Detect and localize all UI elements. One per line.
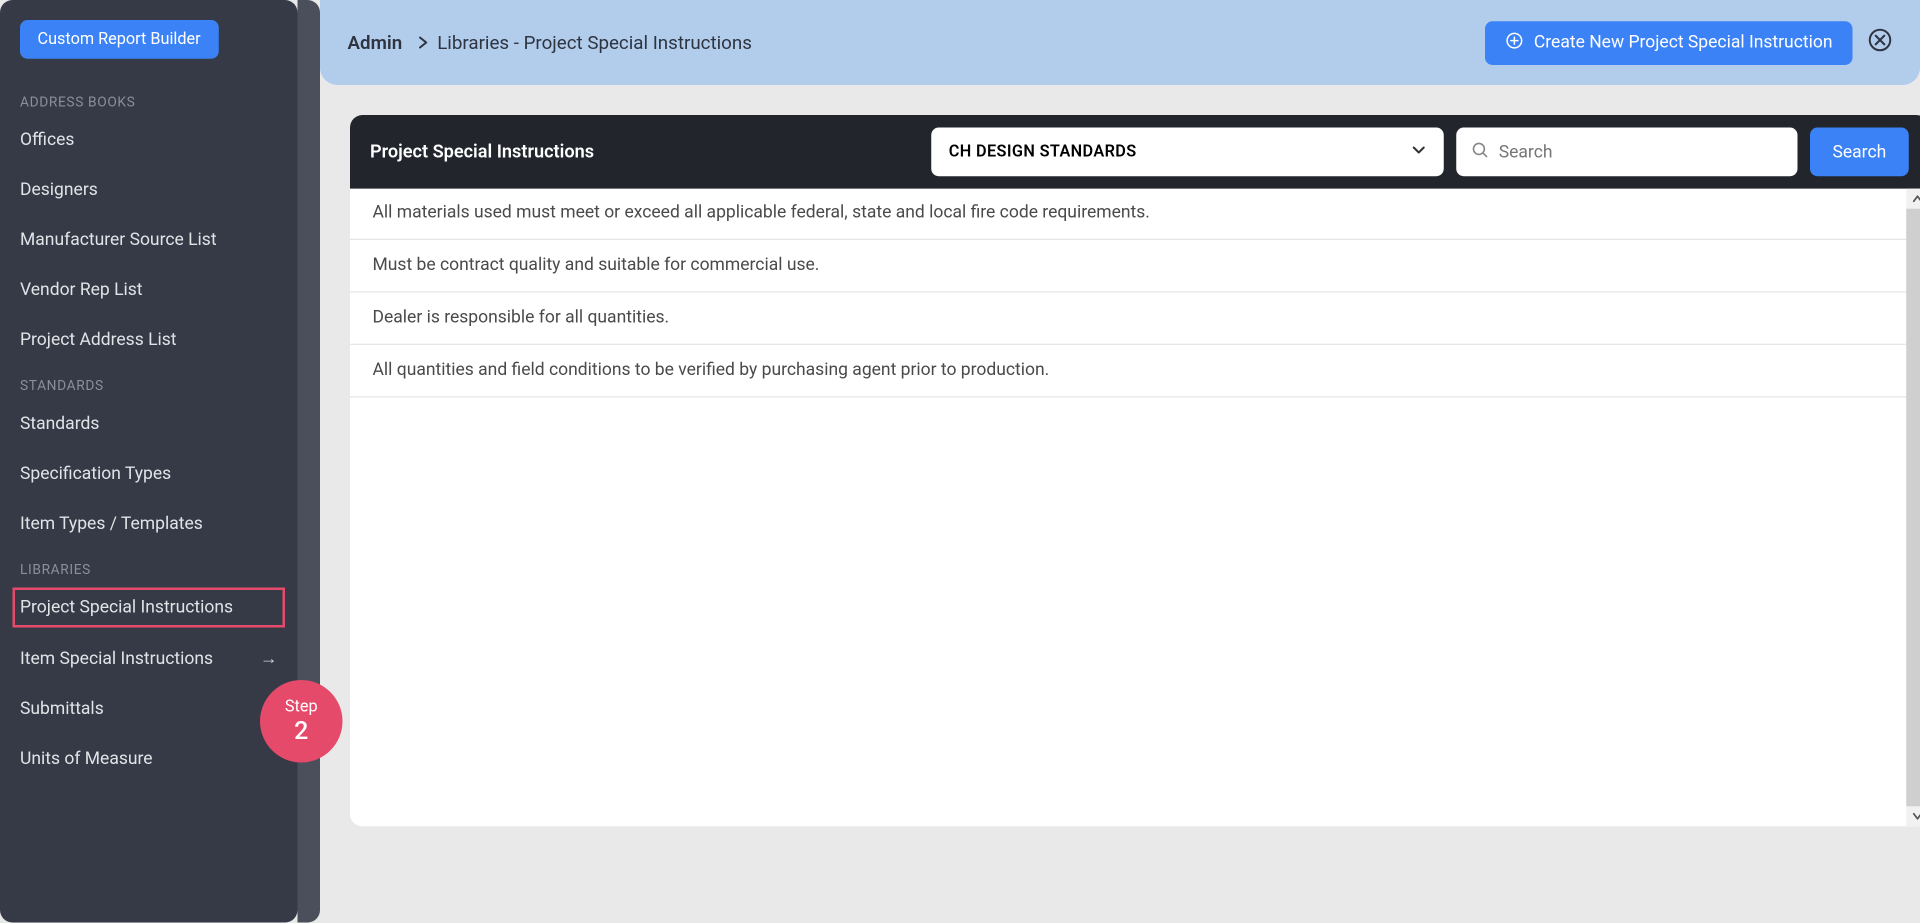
scrollbar[interactable] (1906, 189, 1920, 827)
section-label-libraries: LIBRARIES (0, 549, 298, 583)
sidebar-item-designers[interactable]: Designers (0, 165, 298, 215)
sidebar-item-label: Item Types / Templates (20, 514, 203, 534)
sidebar-item-standards[interactable]: Standards (0, 399, 298, 449)
sidebar: Custom Report Builder ADDRESS BOOKS Offi… (0, 0, 298, 923)
sidebar-item-label: Item Special Instructions (20, 648, 213, 668)
sidebar-item-project-special-instructions[interactable]: Project Special Instructions (8, 583, 291, 633)
table-row[interactable]: All materials used must meet or exceed a… (350, 189, 1906, 240)
sidebar-item-label: Vendor Rep List (20, 280, 143, 300)
panel-header: Project Special Instructions CH DESIGN S… (350, 115, 1920, 189)
rows-list: All materials used must meet or exceed a… (350, 189, 1920, 397)
sidebar-item-manufacturer-source-list[interactable]: Manufacturer Source List (0, 215, 298, 265)
chevron-down-icon (1411, 142, 1426, 162)
breadcrumb-current: Libraries - Project Special Instructions (437, 31, 752, 54)
breadcrumb: Admin Libraries - Project Special Instru… (348, 31, 752, 54)
standards-select[interactable]: CH DESIGN STANDARDS (931, 128, 1444, 177)
create-button-label: Create New Project Special Instruction (1534, 33, 1833, 53)
sidebar-item-item-special-instructions[interactable]: Item Special Instructions → (0, 633, 298, 684)
chevron-right-icon (417, 31, 430, 54)
sidebar-item-label: Specification Types (20, 464, 171, 484)
table-row[interactable]: Must be contract quality and suitable fo… (350, 240, 1906, 292)
select-value: CH DESIGN STANDARDS (949, 143, 1137, 162)
search-button[interactable]: Search (1810, 128, 1909, 177)
sidebar-scroll-edge (298, 0, 321, 923)
panel-title: Project Special Instructions (370, 141, 919, 162)
sidebar-item-label: Offices (20, 130, 74, 150)
custom-report-builder-button[interactable]: Custom Report Builder (20, 20, 218, 59)
search-icon (1471, 140, 1489, 164)
table-row[interactable]: All quantities and field conditions to b… (350, 345, 1906, 397)
table-row[interactable]: Dealer is responsible for all quantities… (350, 292, 1906, 344)
close-icon[interactable] (1868, 28, 1893, 58)
sidebar-item-specification-types[interactable]: Specification Types (0, 449, 298, 499)
step-badge: Step 2 (260, 680, 343, 763)
search-wrap (1456, 128, 1797, 177)
arrow-right-icon: → (260, 648, 278, 669)
create-new-instruction-button[interactable]: Create New Project Special Instruction (1485, 21, 1852, 65)
step-number: 2 (294, 716, 308, 744)
top-bar: Admin Libraries - Project Special Instru… (320, 0, 1920, 85)
sidebar-item-vendor-rep-list[interactable]: Vendor Rep List (0, 265, 298, 315)
scrollbar-track[interactable] (1906, 209, 1920, 807)
scroll-up-icon[interactable] (1906, 189, 1920, 209)
sidebar-item-label: Designers (20, 180, 98, 200)
sidebar-item-label: Manufacturer Source List (20, 230, 217, 250)
sidebar-item-submittals[interactable]: Submittals (0, 684, 298, 734)
step-label: Step (285, 699, 318, 717)
instructions-panel: Project Special Instructions CH DESIGN S… (350, 115, 1920, 826)
section-label-standards: STANDARDS (0, 365, 298, 399)
sidebar-item-units-of-measure[interactable]: Units of Measure (0, 734, 298, 784)
search-input[interactable] (1499, 142, 1783, 162)
sidebar-item-label: Project Address List (20, 330, 177, 350)
breadcrumb-admin[interactable]: Admin (348, 31, 403, 54)
sidebar-item-offices[interactable]: Offices (0, 115, 298, 165)
section-label-address-books: ADDRESS BOOKS (0, 81, 298, 115)
sidebar-item-item-types-templates[interactable]: Item Types / Templates (0, 499, 298, 549)
sidebar-item-label: Standards (20, 414, 99, 434)
scroll-down-icon[interactable] (1906, 806, 1920, 826)
plus-circle-icon (1505, 31, 1524, 55)
sidebar-item-label: Units of Measure (20, 749, 153, 769)
sidebar-item-label: Project Special Instructions (20, 598, 233, 618)
sidebar-item-label: Submittals (20, 699, 104, 719)
sidebar-item-project-address-list[interactable]: Project Address List (0, 315, 298, 365)
